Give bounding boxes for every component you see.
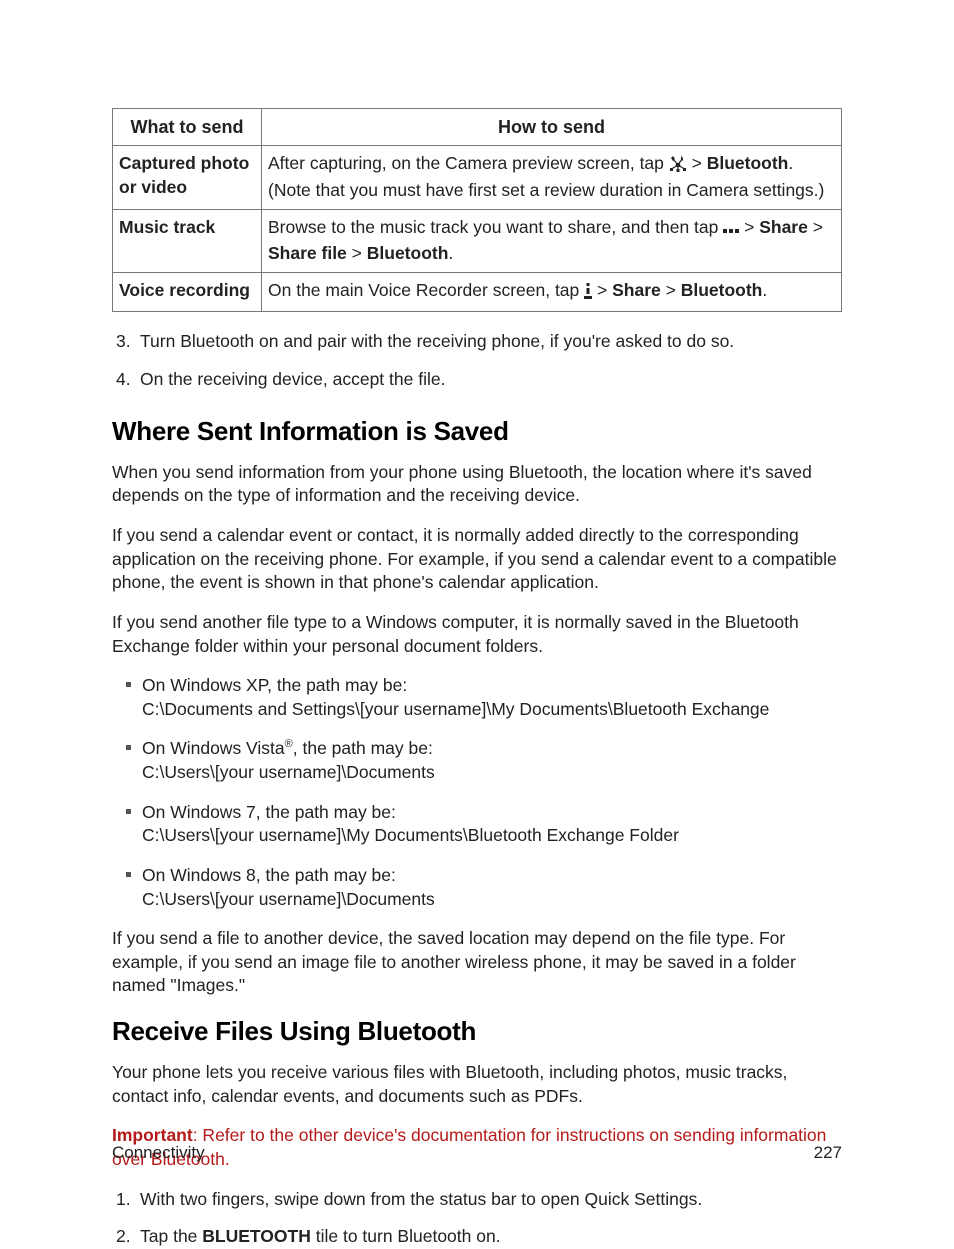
text: > xyxy=(661,280,681,300)
text: Tap the xyxy=(140,1226,202,1246)
row-content: After capturing, on the Camera preview s… xyxy=(262,146,842,209)
text: On Windows XP, the path may be: xyxy=(142,675,407,695)
list-item: 1.With two fingers, swipe down from the … xyxy=(140,1188,842,1212)
text: tile to turn Bluetooth on. xyxy=(311,1226,501,1246)
share-cross-icon xyxy=(669,155,687,179)
registered-mark: ® xyxy=(285,739,293,751)
paths-list: On Windows XP, the path may be: C:\Docum… xyxy=(112,674,842,911)
text: C:\Documents and Settings\[your username… xyxy=(142,699,769,719)
row-content: On the main Voice Recorder screen, tap >… xyxy=(262,272,842,312)
bold-text: Bluetooth xyxy=(707,153,789,173)
text: After capturing, on the Camera preview s… xyxy=(268,153,669,173)
paragraph: When you send information from your phon… xyxy=(112,461,842,508)
list-item: On Windows 7, the path may be: C:\Users\… xyxy=(142,801,842,848)
table-row: Music track Browse to the music track yo… xyxy=(113,209,842,272)
bold-text: Share file xyxy=(268,243,347,263)
footer-section: Connectivity xyxy=(112,1143,205,1162)
text: C:\Users\[your username]\Documents xyxy=(142,762,435,782)
list-item: On Windows XP, the path may be: C:\Docum… xyxy=(142,674,842,721)
text: With two fingers, swipe down from the st… xyxy=(140,1189,702,1209)
page-footer: Connectivity 227 xyxy=(112,1142,842,1165)
text: Turn Bluetooth on and pair with the rece… xyxy=(140,331,734,351)
table-row: Voice recording On the main Voice Record… xyxy=(113,272,842,312)
list-item: 3.Turn Bluetooth on and pair with the re… xyxy=(140,330,842,354)
ordered-list-a: 3. Turn Bluetooth on and pair with the re… xyxy=(112,330,842,391)
list-number: 4. xyxy=(116,368,131,392)
row-label: Music track xyxy=(113,209,262,272)
text: > xyxy=(808,217,823,237)
what-how-table: What to send How to send Captured photo … xyxy=(112,108,842,312)
list-number: 2. xyxy=(116,1225,131,1249)
menu-dots-icon xyxy=(584,282,592,306)
document-page: What to send How to send Captured photo … xyxy=(0,0,954,1249)
table-row: Captured photo or video After capturing,… xyxy=(113,146,842,209)
paragraph: If you send a file to another device, th… xyxy=(112,927,842,998)
row-label: Captured photo or video xyxy=(113,146,262,209)
text: On the receiving device, accept the file… xyxy=(140,369,445,389)
text: > xyxy=(347,243,367,263)
text: > xyxy=(592,280,612,300)
bold-text: Bluetooth xyxy=(681,280,763,300)
th-how: How to send xyxy=(262,109,842,146)
text: Browse to the music track you want to sh… xyxy=(268,217,723,237)
row-content: Browse to the music track you want to sh… xyxy=(262,209,842,272)
text: On Windows 7, the path may be: xyxy=(142,802,396,822)
bold-text: BLUETOOTH xyxy=(202,1226,311,1246)
text: On Windows Vista xyxy=(142,738,285,758)
bold-text: Bluetooth xyxy=(367,243,449,263)
paragraph: If you send another file type to a Windo… xyxy=(112,611,842,658)
paragraph: If you send a calendar event or contact,… xyxy=(112,524,842,595)
list-number: 3. xyxy=(116,330,131,354)
list-item: 4.On the receiving device, accept the fi… xyxy=(140,368,842,392)
more-dots-icon xyxy=(723,219,739,243)
text: . xyxy=(762,280,767,300)
paragraph: Your phone lets you receive various file… xyxy=(112,1061,842,1108)
text: C:\Users\[your username]\Documents xyxy=(142,889,435,909)
list-item: On Windows Vista®, the path may be: C:\U… xyxy=(142,737,842,784)
text: C:\Users\[your username]\My Documents\Bl… xyxy=(142,825,679,845)
list-item: 2.Tap the BLUETOOTH tile to turn Bluetoo… xyxy=(140,1225,842,1249)
section-heading-where-saved: Where Sent Information is Saved xyxy=(112,414,842,449)
text: > xyxy=(739,217,759,237)
row-label: Voice recording xyxy=(113,272,262,312)
bold-text: Share xyxy=(612,280,661,300)
th-what: What to send xyxy=(113,109,262,146)
text: On Windows 8, the path may be: xyxy=(142,865,396,885)
page-number: 227 xyxy=(814,1142,842,1165)
text: > xyxy=(687,153,707,173)
list-item: On Windows 8, the path may be: C:\Users\… xyxy=(142,864,842,911)
text: . xyxy=(448,243,453,263)
text: , the path may be: xyxy=(293,738,433,758)
list-number: 1. xyxy=(116,1188,131,1212)
ordered-list-b: 1. With two fingers, swipe down from the … xyxy=(112,1188,842,1249)
table-header-row: What to send How to send xyxy=(113,109,842,146)
text: On the main Voice Recorder screen, tap xyxy=(268,280,584,300)
bold-text: Share xyxy=(759,217,808,237)
section-heading-receive: Receive Files Using Bluetooth xyxy=(112,1014,842,1049)
